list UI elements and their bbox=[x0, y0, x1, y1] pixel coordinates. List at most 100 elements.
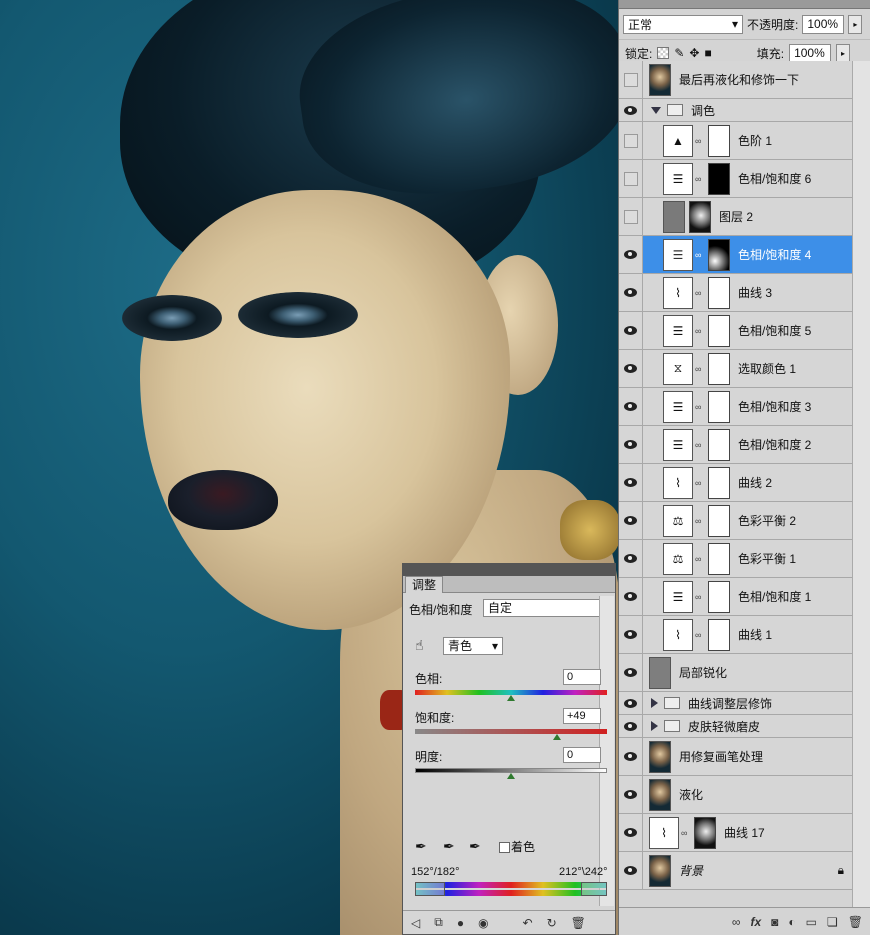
fill-input[interactable]: 100% bbox=[789, 43, 832, 63]
visibility-toggle[interactable] bbox=[619, 350, 643, 387]
lightness-input[interactable]: 0 bbox=[563, 747, 601, 763]
visibility-toggle[interactable] bbox=[619, 274, 643, 311]
visibility-toggle[interactable] bbox=[619, 198, 643, 235]
range-selection-left[interactable] bbox=[415, 882, 445, 896]
saturation-input[interactable]: +49 bbox=[563, 708, 601, 724]
visibility-toggle[interactable] bbox=[619, 160, 643, 197]
preset-select[interactable]: 自定▾ bbox=[483, 599, 611, 617]
channel-select[interactable]: 青色 ▾ bbox=[443, 637, 503, 655]
expand-triangle-icon[interactable] bbox=[651, 106, 661, 114]
visibility-toggle[interactable] bbox=[619, 236, 643, 273]
range-selection-right[interactable] bbox=[581, 882, 607, 896]
colorize-checkbox[interactable] bbox=[499, 842, 510, 853]
visibility-toggle[interactable] bbox=[619, 738, 643, 775]
visibility-toggle[interactable] bbox=[619, 61, 643, 98]
visibility-toggle[interactable] bbox=[619, 814, 643, 851]
layer-row[interactable]: 最后再液化和修饰一下 bbox=[619, 61, 852, 99]
saturation-slider[interactable] bbox=[415, 729, 607, 734]
blend-mode-select[interactable]: 正常 ▾ bbox=[623, 14, 743, 34]
mask-icon[interactable]: ◙ bbox=[771, 915, 778, 929]
lock-transparency-icon[interactable] bbox=[657, 47, 670, 59]
opacity-label: 不透明度: bbox=[747, 17, 799, 32]
previous-state-icon[interactable]: ↶ bbox=[523, 916, 533, 930]
reset-icon[interactable]: ↻ bbox=[547, 916, 557, 930]
panel-titlebar[interactable] bbox=[403, 564, 615, 576]
visibility-toggle[interactable] bbox=[619, 502, 643, 539]
fill-arrow-icon[interactable]: ▸ bbox=[836, 43, 851, 63]
saturation-slider-thumb[interactable] bbox=[553, 734, 561, 740]
layer-name: 图层 2 bbox=[719, 210, 754, 224]
visibility-toggle[interactable] bbox=[619, 540, 643, 577]
layer-options-bar: 正常 ▾ 不透明度: 100% ▸ bbox=[619, 9, 870, 40]
lock-all-icon[interactable]: ■ bbox=[704, 46, 711, 60]
layer-group-row[interactable]: 调色 bbox=[619, 99, 852, 122]
layer-row[interactable]: ⧖ ∞ 选取颜色 1 bbox=[619, 350, 852, 388]
layer-row[interactable]: 图层 2 bbox=[619, 198, 852, 236]
layer-row[interactable]: ⌇ ∞ 曲线 17 bbox=[619, 814, 852, 852]
opacity-arrow-icon[interactable]: ▸ bbox=[848, 14, 863, 34]
layer-row[interactable]: ⚖ ∞ 色彩平衡 1 bbox=[619, 540, 852, 578]
adjust-scrollbar[interactable] bbox=[599, 596, 614, 906]
lock-paint-icon[interactable]: ✎ bbox=[674, 46, 684, 60]
colorize-label: 着色 bbox=[511, 840, 536, 854]
hue-slider-thumb[interactable] bbox=[507, 695, 515, 701]
visibility-toggle[interactable] bbox=[619, 122, 643, 159]
lock-move-icon[interactable]: ✥ bbox=[689, 46, 699, 60]
link-icon[interactable]: ∞ bbox=[732, 915, 741, 929]
eyedropper-minus-icon[interactable]: ✒ bbox=[469, 838, 481, 855]
layer-row[interactable]: 液化 bbox=[619, 776, 852, 814]
layers-scrollbar[interactable] bbox=[852, 61, 870, 907]
layer-row[interactable]: ⌇ ∞ 曲线 1 bbox=[619, 616, 852, 654]
eyedropper-plus-icon[interactable]: ✒ bbox=[443, 838, 455, 855]
trash-icon[interactable]: 🗑︎ bbox=[848, 915, 863, 929]
eyedropper-icon[interactable]: ✒ bbox=[415, 838, 427, 855]
layer-row[interactable]: ☰ ∞ 色相/饱和度 5 bbox=[619, 312, 852, 350]
layer-row[interactable]: ⌇ ∞ 曲线 2 bbox=[619, 464, 852, 502]
visibility-toggle[interactable] bbox=[619, 654, 643, 691]
visibility-toggle[interactable] bbox=[619, 464, 643, 501]
layer-mask bbox=[708, 580, 730, 613]
layer-row[interactable]: ☰ ∞ 色相/饱和度 2 bbox=[619, 426, 852, 464]
eye-icon bbox=[624, 364, 637, 373]
link-icon: ∞ bbox=[695, 629, 702, 640]
layer-row[interactable]: 局部锐化 bbox=[619, 654, 852, 692]
back-arrow-icon[interactable]: ◁ bbox=[411, 916, 420, 930]
lightness-slider-thumb[interactable] bbox=[507, 773, 515, 779]
visibility-toggle[interactable] bbox=[619, 616, 643, 653]
trash-icon[interactable]: 🗑︎ bbox=[571, 916, 586, 930]
layer-row-selected[interactable]: ☰ ∞ 色相/饱和度 4 bbox=[619, 236, 852, 274]
layer-row[interactable]: 背景 🔒︎ bbox=[619, 852, 852, 890]
layer-row[interactable]: ▲ ∞ 色阶 1 bbox=[619, 122, 852, 160]
adjustment-icon[interactable]: ◐ bbox=[788, 915, 795, 929]
layer-row[interactable]: ☰ ∞ 色相/饱和度 6 bbox=[619, 160, 852, 198]
targeted-adjust-icon[interactable]: ☝ bbox=[415, 637, 424, 654]
visibility-toggle[interactable] bbox=[619, 312, 643, 349]
new-layer-icon[interactable]: ❏ bbox=[827, 915, 838, 929]
eye-icon[interactable]: ◉ bbox=[478, 916, 488, 930]
panel-tabs[interactable] bbox=[619, 0, 870, 9]
layer-row[interactable]: ⌇ ∞ 曲线 3 bbox=[619, 274, 852, 312]
folder-icon[interactable]: ▭ bbox=[806, 915, 817, 929]
visibility-icon[interactable]: ● bbox=[457, 916, 464, 930]
layer-row[interactable]: ⚖ ∞ 色彩平衡 2 bbox=[619, 502, 852, 540]
clip-icon[interactable]: ⧉ bbox=[434, 915, 443, 930]
visibility-toggle[interactable] bbox=[619, 776, 643, 813]
visibility-toggle[interactable] bbox=[619, 852, 643, 889]
expand-triangle-icon[interactable] bbox=[651, 698, 658, 708]
visibility-toggle[interactable] bbox=[619, 715, 643, 737]
fx-icon[interactable]: fx bbox=[750, 915, 761, 929]
visibility-toggle[interactable] bbox=[619, 426, 643, 463]
hue-input[interactable]: 0 bbox=[563, 669, 601, 685]
layer-row[interactable]: ☰ ∞ 色相/饱和度 3 bbox=[619, 388, 852, 426]
visibility-toggle[interactable] bbox=[619, 692, 643, 714]
layer-group-row[interactable]: 皮肤轻微磨皮 bbox=[619, 715, 852, 738]
visibility-toggle[interactable] bbox=[619, 578, 643, 615]
expand-triangle-icon[interactable] bbox=[651, 721, 658, 731]
opacity-input[interactable]: 100% bbox=[802, 14, 845, 34]
visibility-toggle[interactable] bbox=[619, 388, 643, 425]
visibility-toggle[interactable] bbox=[619, 99, 643, 121]
layer-group-row[interactable]: 曲线调整层修饰 bbox=[619, 692, 852, 715]
tab-adjust[interactable]: 调整 bbox=[405, 576, 444, 593]
layer-row[interactable]: ☰ ∞ 色相/饱和度 1 bbox=[619, 578, 852, 616]
layer-row[interactable]: 用修复画笔处理 bbox=[619, 738, 852, 776]
